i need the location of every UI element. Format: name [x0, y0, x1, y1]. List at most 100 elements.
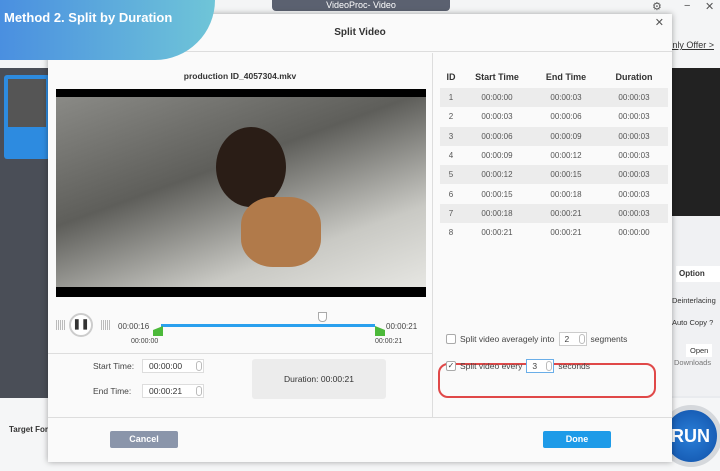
table-cell: 00:00:03: [618, 189, 650, 199]
table-cell: 7: [448, 208, 454, 218]
grid-icon: [101, 320, 111, 330]
current-time: 00:00:16: [118, 322, 150, 331]
table-cell: 00:00:03: [550, 93, 582, 103]
video-preview[interactable]: [56, 89, 426, 297]
spinner-icon[interactable]: [578, 334, 585, 344]
col-end: End Time: [545, 72, 587, 82]
segments-table: ID Start Time End Time Duration 1 00:00:0…: [440, 66, 668, 242]
col-id: ID: [446, 72, 456, 82]
table-cell: 5: [448, 170, 454, 180]
option-tab[interactable]: Option: [676, 266, 720, 282]
options-panel: Option Deinterlacing Auto Copy ? Open Do…: [672, 216, 720, 396]
table-cell: 00:00:15: [550, 170, 582, 180]
segments-value: 2: [564, 334, 570, 344]
table-cell: 00:00:03: [618, 131, 650, 141]
auto-copy-label[interactable]: Auto Copy ?: [672, 318, 713, 327]
col-start: Start Time: [475, 72, 519, 82]
start-time-value: 00:00:00: [149, 361, 183, 371]
table-cell: 00:00:21: [481, 228, 513, 238]
table-row[interactable]: 4 00:00:09 00:00:12 00:00:03: [440, 146, 668, 165]
divider: [432, 53, 433, 417]
split-every-checkbox[interactable]: ✓: [446, 361, 456, 371]
dialog-footer: Cancel Done: [48, 417, 672, 462]
table-row[interactable]: 7 00:00:18 00:00:21 00:00:03: [440, 203, 668, 224]
split-every-label: Split video every: [460, 361, 523, 371]
split-averagely-option: Split video averagely into 2 segments: [446, 332, 627, 346]
segments-unit: segments: [590, 334, 628, 344]
pause-button[interactable]: ❚❚: [69, 313, 93, 337]
start-time-input[interactable]: 00:00:00: [142, 359, 204, 373]
table-cell: 8: [448, 228, 454, 238]
table-cell: 00:00:06: [481, 131, 513, 141]
table-cell: 00:00:12: [481, 170, 513, 180]
split-averagely-checkbox[interactable]: [446, 334, 456, 344]
preview-panel: [672, 68, 720, 216]
spinner-icon[interactable]: [196, 361, 202, 371]
table-row[interactable]: 2 00:00:03 00:00:06 00:00:03: [440, 107, 668, 126]
table-cell: 00:00:00: [618, 228, 650, 238]
table-cell: 00:00:00: [481, 93, 513, 103]
end-time-value: 00:00:21: [149, 386, 183, 396]
split-averagely-label: Split video averagely into: [460, 334, 555, 344]
table-cell: 00:00:21: [550, 228, 582, 238]
table-cell: 00:00:21: [550, 208, 582, 218]
file-name: production ID_4057304.mkv: [183, 71, 297, 81]
target-format-label[interactable]: Target For: [9, 425, 48, 434]
table-cell: 6: [448, 189, 454, 199]
table-cell: 2: [448, 112, 454, 122]
timeline-track[interactable]: [161, 324, 375, 327]
split-video-dialog: Split Video ✕ production ID_4057304.mkv …: [48, 14, 672, 462]
split-every-option: ✓ Split video every 3 seconds: [446, 359, 590, 373]
playback-controls: ❚❚ 00:00:16 00:00:21 00:00:00 00:00:21: [48, 308, 432, 354]
end-time-input[interactable]: 00:00:21: [142, 384, 204, 398]
table-header: ID Start Time End Time Duration: [440, 66, 668, 88]
spinner-icon[interactable]: [546, 361, 553, 371]
offer-link[interactable]: Only Offer >: [665, 40, 714, 50]
seconds-input[interactable]: 3: [526, 359, 555, 373]
start-time-label: Start Time:: [93, 361, 135, 371]
method-banner: Method 2. Split by Duration: [0, 0, 215, 60]
minimize-icon[interactable]: −: [684, 0, 690, 12]
table-cell: 1: [448, 93, 454, 103]
table-row[interactable]: 6 00:00:15 00:00:18 00:00:03: [440, 184, 668, 203]
close-app-icon[interactable]: ✕: [705, 0, 714, 13]
table-cell: 00:00:03: [618, 112, 650, 122]
spinner-icon[interactable]: [196, 386, 202, 396]
table-cell: 00:00:12: [550, 151, 582, 161]
downloads-label: Downloads: [674, 358, 712, 367]
playhead[interactable]: [318, 312, 327, 322]
table-cell: 3: [448, 131, 454, 141]
table-cell: 00:00:15: [481, 189, 513, 199]
end-handle[interactable]: [375, 326, 385, 336]
table-cell: 00:00:18: [550, 189, 582, 199]
table-cell: 00:00:03: [618, 93, 650, 103]
table-cell: 00:00:18: [481, 208, 513, 218]
seconds-value: 3: [532, 361, 538, 371]
done-button[interactable]: Done: [543, 431, 611, 448]
table-cell: 00:00:09: [481, 151, 513, 161]
app-title: VideoProc- Video: [272, 0, 450, 11]
table-cell: 00:00:03: [618, 151, 650, 161]
table-row[interactable]: 3 00:00:06 00:00:09 00:00:03: [440, 126, 668, 146]
table-cell: 00:00:03: [618, 208, 650, 218]
table-row[interactable]: 5 00:00:12 00:00:15 00:00:03: [440, 165, 668, 185]
table-cell: 4: [448, 151, 454, 161]
video-thumbnail[interactable]: [4, 75, 50, 159]
seconds-unit: seconds: [558, 361, 591, 371]
cancel-button[interactable]: Cancel: [110, 431, 178, 448]
deinterlacing-label[interactable]: Deinterlacing: [672, 296, 716, 305]
start-mark: 00:00:00: [131, 338, 159, 345]
close-icon[interactable]: ✕: [655, 16, 664, 29]
settings-icon[interactable]: ⚙: [652, 0, 662, 13]
duration-display: Duration: 00:00:21: [252, 359, 386, 399]
table-cell: 00:00:03: [618, 170, 650, 180]
table-cell: 00:00:09: [550, 131, 582, 141]
grid-icon: [56, 320, 66, 330]
open-button[interactable]: Open: [686, 344, 713, 357]
table-row[interactable]: 8 00:00:21 00:00:21 00:00:00: [440, 223, 668, 242]
segments-input[interactable]: 2: [558, 332, 587, 346]
start-handle[interactable]: [153, 326, 163, 336]
table-row[interactable]: 1 00:00:00 00:00:03 00:00:03: [440, 88, 668, 108]
end-time-top: 00:00:21: [386, 322, 418, 331]
col-duration: Duration: [615, 72, 653, 82]
